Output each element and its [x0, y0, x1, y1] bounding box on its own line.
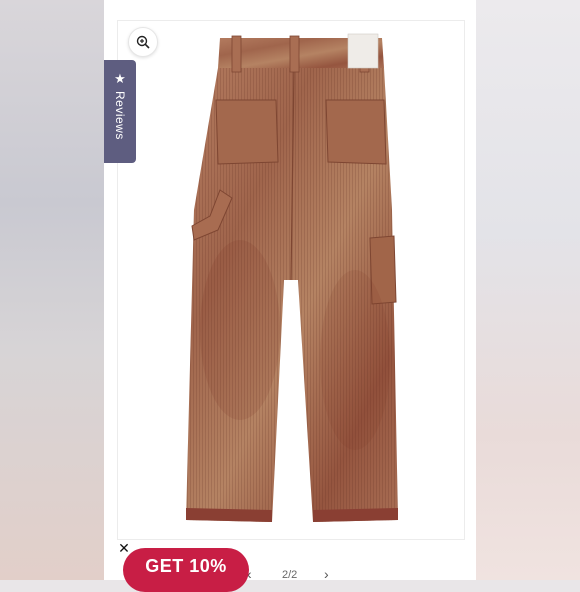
reviews-tab-label: Reviews	[113, 91, 127, 140]
star-icon: ★	[114, 71, 126, 86]
close-icon[interactable]: ✕	[117, 541, 131, 555]
zoom-button[interactable]	[128, 27, 158, 57]
product-image[interactable]	[180, 30, 410, 530]
background-left	[0, 0, 104, 580]
zoom-in-icon	[136, 35, 150, 49]
background-right	[476, 0, 580, 580]
gallery-counter: 2/2	[282, 569, 298, 581]
discount-popup-button[interactable]: GET 10%	[123, 548, 249, 592]
pants	[186, 33, 398, 522]
reviews-tab[interactable]: ★ Reviews	[104, 60, 136, 163]
